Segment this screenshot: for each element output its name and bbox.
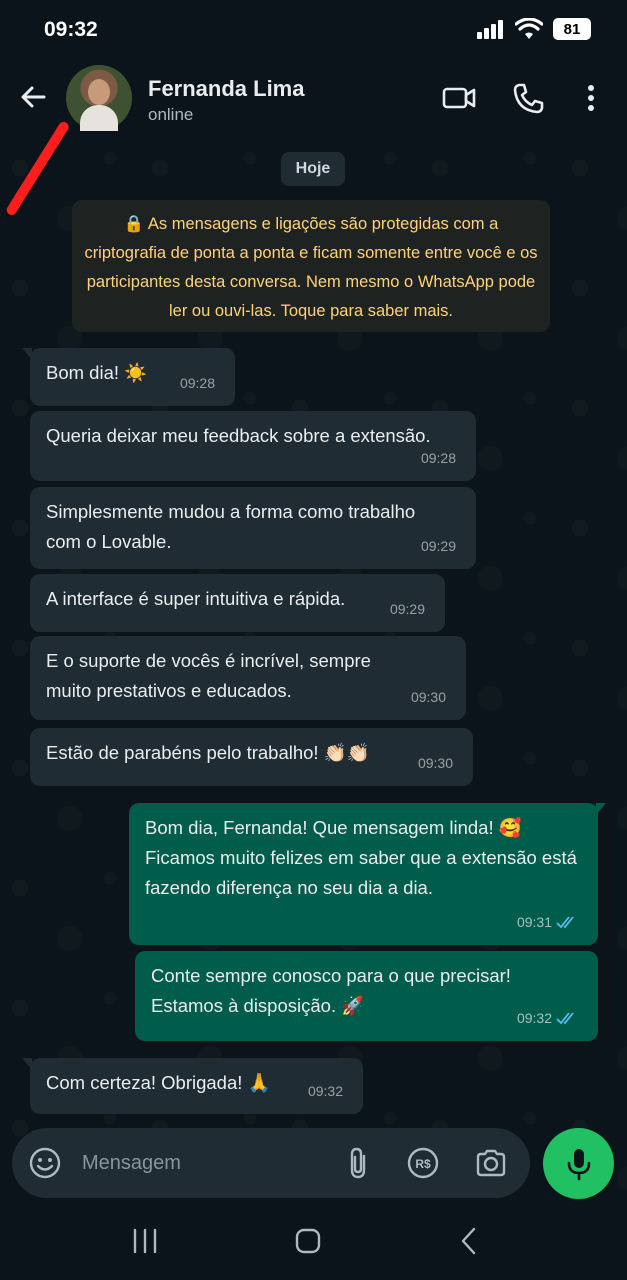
message-bubble-incoming[interactable]: Estão de parabéns pelo trabalho! 👏🏻👏🏻 09…: [30, 728, 473, 786]
message-bubble-incoming[interactable]: Simplesmente mudou a forma como trabalho…: [30, 487, 476, 569]
avatar-face: [88, 79, 110, 105]
message-bubble-incoming[interactable]: E o suporte de vocês é incrível, sempre …: [30, 636, 466, 720]
status-icons: 81: [477, 18, 591, 40]
message-text: Estão de parabéns pelo trabalho! 👏🏻👏🏻: [46, 742, 370, 763]
message-text: Queria deixar meu feedback sobre a exten…: [46, 425, 431, 446]
mic-icon: [567, 1148, 590, 1180]
message-time-text: 09:32: [516, 1010, 552, 1026]
status-time: 09:32: [44, 18, 98, 41]
camera-icon[interactable]: [474, 1146, 508, 1180]
message-time: 09:32: [308, 1076, 343, 1106]
double-check-read-icon: [556, 1012, 574, 1025]
message-text: Bom dia! ☀️: [46, 362, 148, 383]
message-time: 09:30: [411, 682, 446, 712]
date-chip: Hoje: [281, 152, 345, 186]
message-text: Com certeza! Obrigada! 🙏: [46, 1072, 271, 1093]
chat-header: Fernanda Lima online: [0, 58, 627, 217]
message-time: 09:29: [421, 531, 456, 561]
message-time-text: 09:30: [417, 755, 453, 771]
message-bubble-incoming[interactable]: Com certeza! Obrigada! 🙏 09:32: [22, 1058, 363, 1114]
emoji-icon[interactable]: [28, 1146, 62, 1180]
message-text: E o suporte de vocês é incrível, sempre …: [46, 650, 371, 701]
message-time-text: 09:29: [389, 601, 425, 617]
message-text: Bom dia, Fernanda! Que mensagem linda! 🥰…: [145, 817, 577, 898]
message-time-text: 09:32: [307, 1083, 343, 1099]
bubble-tail: [596, 803, 606, 815]
message-composer: R$: [12, 1128, 530, 1198]
double-check-read-icon: [556, 916, 574, 929]
message-text: Conte sempre conosco para o que precisar…: [151, 965, 511, 1016]
avatar-body: [80, 105, 118, 131]
message-time: 09:28: [180, 368, 215, 398]
contact-status: online: [148, 105, 194, 124]
message-time-text: 09:28: [420, 450, 456, 466]
message-bubble-outgoing[interactable]: Conte sempre conosco para o que precisar…: [135, 951, 598, 1041]
video-call-icon[interactable]: [442, 82, 476, 114]
message-time-text: 09:30: [410, 689, 446, 705]
message-text: A interface é super intuitiva e rápida.: [46, 588, 346, 609]
battery-indicator: 81: [553, 18, 591, 40]
message-bubble-outgoing[interactable]: Bom dia, Fernanda! Que mensagem linda! 🥰…: [129, 803, 606, 945]
contact-name[interactable]: Fernanda Lima: [148, 76, 304, 102]
message-text: Simplesmente mudou a forma como trabalho…: [46, 501, 416, 552]
message-time: 09:32: [517, 1003, 578, 1033]
message-bubble-incoming[interactable]: Bom dia! ☀️ 09:28: [22, 348, 235, 406]
message-time: 09:29: [390, 594, 425, 624]
signal-icon: [477, 20, 503, 39]
attach-icon[interactable]: [342, 1146, 376, 1180]
back-arrow-icon[interactable]: [16, 80, 50, 114]
more-vert-icon[interactable]: [576, 82, 606, 114]
phone-icon[interactable]: [512, 82, 546, 114]
recent-apps-icon[interactable]: [130, 1226, 160, 1256]
system-nav-bar: [0, 1200, 627, 1280]
bubble-tail: [22, 348, 32, 360]
message-bubble-incoming[interactable]: A interface é super intuitiva e rápida. …: [30, 574, 445, 632]
home-icon[interactable]: [293, 1226, 323, 1256]
message-input[interactable]: [82, 1146, 332, 1180]
chat-area[interactable]: Hoje 🔒 As mensagens e ligações são prote…: [0, 138, 627, 1128]
message-time: 09:31: [517, 907, 578, 937]
payment-icon[interactable]: R$: [406, 1146, 440, 1180]
wifi-icon: [515, 18, 543, 39]
back-nav-icon[interactable]: [455, 1226, 485, 1256]
message-time-text: 09:29: [420, 538, 456, 554]
encryption-notice[interactable]: 🔒 As mensagens e ligações são protegidas…: [72, 200, 550, 332]
avatar[interactable]: [66, 65, 132, 131]
bubble-tail: [22, 1058, 32, 1070]
svg-text:R$: R$: [415, 1157, 431, 1171]
mic-button[interactable]: [543, 1128, 614, 1199]
message-time: 09:28: [421, 443, 456, 473]
message-time-text: 09:31: [516, 914, 552, 930]
status-bar: 09:32 81: [0, 0, 627, 58]
message-time: 09:30: [418, 748, 453, 778]
message-bubble-incoming[interactable]: Queria deixar meu feedback sobre a exten…: [30, 411, 476, 481]
message-time-text: 09:28: [179, 375, 215, 391]
